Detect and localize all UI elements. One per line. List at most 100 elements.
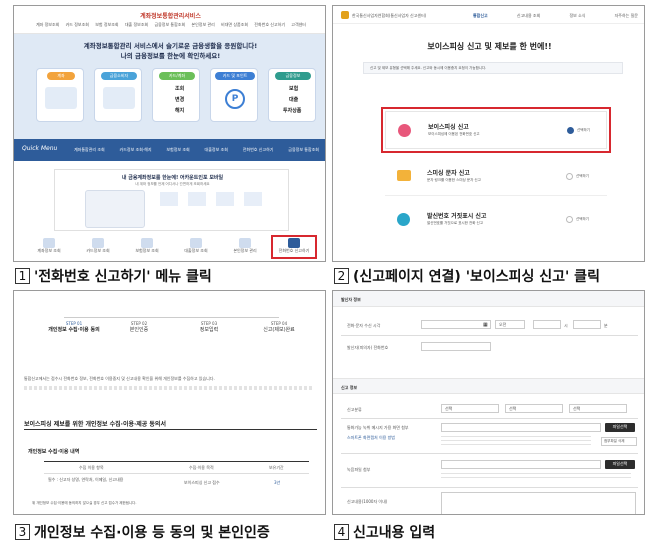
nav-item[interactable]: 고객센터 — [291, 22, 306, 27]
ampm-value: 오전 — [499, 322, 507, 327]
bottom-item[interactable]: 대출정보 조회 — [176, 238, 216, 253]
row-divider — [341, 418, 638, 419]
option-title: 발신번호 거짓표시 신고 — [427, 213, 487, 220]
option-title: 스미싱 문자 신고 — [427, 170, 470, 177]
nav-item[interactable]: 신고내용 조회 — [517, 13, 540, 18]
card-title: 금융정보 — [275, 72, 311, 80]
section-divider — [24, 429, 317, 430]
smishing-option[interactable]: 스미싱 문자 신고 문자 링크를 이용한 스미싱 문자 신고 선택하기 — [385, 158, 607, 196]
recording-input[interactable] — [441, 460, 601, 469]
panel-3-consent: STEP 01 개인정보 수집·이용 동의 STEP 02 본인인증 STEP … — [13, 290, 326, 515]
hero-card[interactable]: 카드 및 포인트 P — [210, 68, 258, 122]
card-title: 계좌 — [47, 72, 75, 80]
row-divider — [341, 453, 638, 454]
recording-file-button[interactable]: 파일선택 — [605, 460, 635, 469]
caption-text: (신고페이지 연결) '보이스피싱 신고' 클릭 — [353, 269, 600, 285]
org-name[interactable]: 한국통신사업자연합회(통신사업자 신고센터) — [352, 13, 426, 18]
section-2-header: 신고 정보 — [333, 378, 644, 394]
panel-4-report-form: 발신자 정보 전화·문자 수신 시각 ▦ 오전 시 분 발신자(피의자) 전화번… — [332, 290, 645, 515]
nav-item[interactable]: 계좌 정보조회 — [36, 22, 59, 27]
feature-icon — [160, 192, 178, 206]
ampm-select[interactable]: 오전 — [495, 320, 525, 329]
caption-number: 3 — [15, 524, 30, 540]
td-purpose: 보이스피싱 신고 접수 — [184, 480, 220, 485]
nav-item[interactable]: 보험 정보조회 — [95, 22, 118, 27]
nav-item[interactable]: 자주하는 질문 — [615, 13, 638, 18]
hour-input[interactable] — [533, 320, 561, 329]
phone-mockup — [85, 190, 145, 228]
bottom-item[interactable]: 보험정보 조회 — [127, 238, 167, 253]
intro-text: 통합신고에서는 접수시 전화번호 정보, 전화번호 이용중지 및 신고내용 확인… — [24, 376, 215, 381]
nav-item[interactable]: 통합신고 — [473, 13, 488, 18]
caller-number-input[interactable] — [421, 342, 491, 351]
category-select-1[interactable]: 선택 — [441, 404, 499, 413]
nav-item[interactable]: 금융정보 통합조회 — [154, 22, 185, 27]
category-select-2[interactable]: 선택 — [505, 404, 563, 413]
bottom-item-label: 카드정보 조회 — [86, 248, 110, 253]
footnote: 위 개인정보 수집·이용에 동의하지 않으실 경우 신고 접수가 제한됩니다. — [32, 501, 137, 505]
quick-item[interactable]: 금융정보 통합조회 — [288, 147, 319, 152]
nav-item[interactable]: 카드 정보조회 — [66, 22, 89, 27]
quick-item[interactable]: 전화번호 신고하기 — [243, 147, 274, 152]
nav-item[interactable]: 비대면 상품조회 — [221, 22, 248, 27]
radio-icon[interactable] — [566, 216, 573, 223]
date-input[interactable] — [421, 320, 491, 329]
caption-number: 1 — [15, 268, 30, 284]
calendar-icon[interactable]: ▦ — [483, 322, 488, 328]
capture-help-link[interactable]: 스마트폰 화면캡처 이용 방법 — [347, 435, 395, 440]
step-line — [64, 317, 279, 318]
quick-item[interactable]: 계좌통합관리 조회 — [74, 147, 105, 152]
option-desc: 발신번호를 거짓으로 표시한 전화 신고 — [427, 221, 483, 225]
site-header: 계좌정보통합관리서비스 계좌 정보조회 카드 정보조회 보험 정보조회 대출 정… — [14, 6, 325, 34]
step-3: STEP 03 정보입력 — [184, 321, 234, 333]
attachment-note — [441, 436, 591, 446]
nav-item[interactable]: 전화번호 신고하기 — [254, 22, 285, 27]
delete-attachment-button[interactable]: 첨부파일 삭제 — [601, 437, 637, 446]
attachment-input[interactable] — [441, 423, 601, 432]
bottom-item[interactable]: 카드정보 조회 — [78, 238, 118, 253]
quick-menu-label: Quick Menu — [22, 145, 58, 152]
nav-item[interactable]: 대출 정보조회 — [125, 22, 148, 27]
report-content-textarea[interactable] — [441, 492, 636, 514]
radio-icon[interactable] — [566, 173, 573, 180]
hero-card[interactable]: 카드/계좌 조회 변경 해지 — [152, 68, 200, 122]
recording-note — [441, 473, 631, 481]
caption-3: 3 개인정보 수집·이용 등 동의 및 본인인증 — [15, 522, 270, 542]
hero-card[interactable]: 계좌 — [36, 68, 84, 122]
quick-item[interactable]: 대출정보 조회 — [205, 147, 228, 152]
quick-item[interactable]: 보험정보 조회 — [166, 147, 189, 152]
caption-text: '전화번호 신고하기' 메뉴 클릭 — [34, 269, 212, 285]
row-label: 통화가능 녹취 메시지 가용 화면 첨부 — [347, 425, 409, 430]
menu-icon — [190, 238, 202, 248]
caption-number: 2 — [334, 268, 349, 284]
file-select-button[interactable]: 파일선택 — [605, 423, 635, 432]
select-value: 선택 — [509, 406, 517, 411]
nav-item[interactable]: 정보 소식 — [569, 13, 585, 18]
category-select-3[interactable]: 선택 — [569, 404, 627, 413]
hero-card[interactable]: 금융소비자 — [94, 68, 142, 122]
mid-title: 내 금융계좌정보를 한눈에! 어카운트인포 모바일 — [121, 175, 224, 181]
hero-card[interactable]: 금융정보 보험 대출 투자상품 — [268, 68, 316, 122]
hour-unit: 시 — [564, 323, 568, 328]
caption-4: 4 신고내용 입력 — [334, 522, 435, 542]
panel-1-accountinfo-home: 계좌정보통합관리서비스 계좌 정보조회 카드 정보조회 보험 정보조회 대출 정… — [13, 5, 326, 262]
caller-id-spoofing-option[interactable]: 발신번호 거짓표시 신고 발신번호를 거짓으로 표시한 전화 신고 선택하기 — [385, 201, 607, 239]
row-label: 신고분류 — [347, 407, 362, 412]
nav-item[interactable]: 본인정보 관리 — [191, 22, 214, 27]
section-2-title: 신고 정보 — [341, 385, 358, 390]
card-item: 조회 — [175, 86, 185, 92]
bottom-item[interactable]: 본인정보 관리 — [225, 238, 265, 253]
menu-icon — [92, 238, 104, 248]
org-logo-icon — [341, 11, 349, 19]
menu-icon — [43, 238, 55, 248]
feature-icon — [188, 192, 206, 206]
quick-item[interactable]: 카드정보 조회·해지 — [120, 147, 152, 152]
hero-line-1: 계좌정보통합관리 서비스에서 슬기로운 금융생활을 응원합니다! — [83, 42, 258, 50]
bottom-item[interactable]: 계좌정보 조회 — [29, 238, 69, 253]
row-label: 발신자(피의자) 전화번호 — [347, 345, 389, 350]
step-label: 정보입력 — [199, 327, 219, 334]
site-title[interactable]: 계좌정보통합관리서비스 — [14, 11, 325, 20]
row-divider — [341, 487, 638, 488]
minute-unit: 분 — [604, 323, 608, 328]
minute-input[interactable] — [573, 320, 601, 329]
